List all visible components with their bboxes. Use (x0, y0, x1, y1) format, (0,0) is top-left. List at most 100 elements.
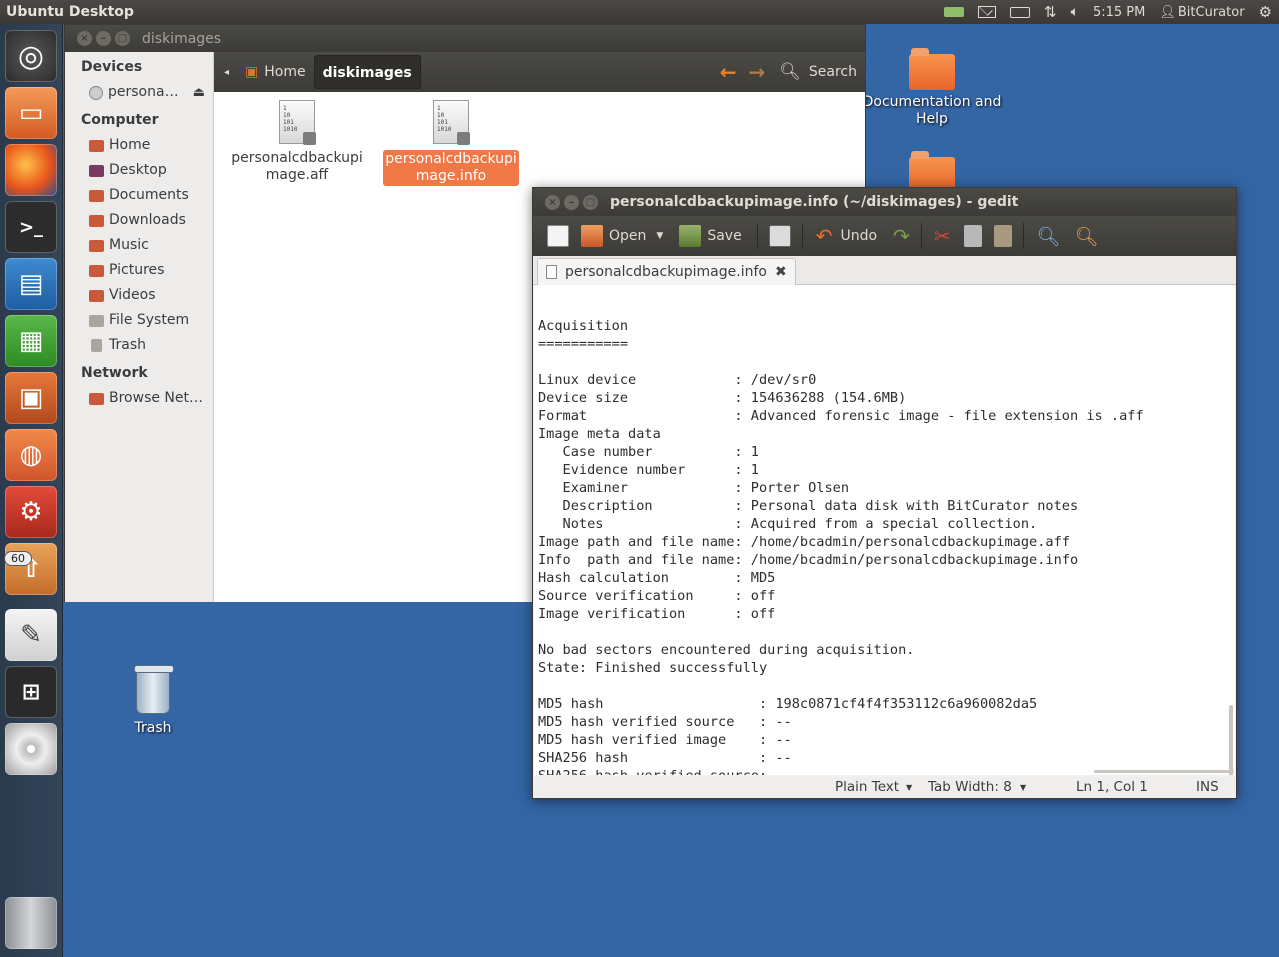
redo-icon[interactable]: ↷ (893, 224, 910, 248)
open-icon[interactable] (581, 225, 603, 247)
software-center-icon[interactable]: ◍ (5, 429, 57, 481)
user-name[interactable]: BitCurator (1178, 5, 1245, 20)
file-manager-titlebar: × – □ diskimages (65, 25, 865, 52)
sidebar-item-trash[interactable]: Trash (65, 333, 213, 358)
sidebar-item-downloads[interactable]: Downloads (65, 208, 213, 233)
binary-file-icon: 1 10 101 1010 (433, 100, 470, 145)
music-folder-icon (89, 239, 104, 252)
back-arrow-icon[interactable]: ← (720, 60, 737, 84)
new-document-icon[interactable] (547, 225, 569, 247)
minimize-icon[interactable]: – (96, 31, 111, 46)
network-folder-icon (89, 392, 104, 405)
sidebar-item-device[interactable]: persona… ⏏ (65, 80, 213, 105)
folder-icon (909, 48, 955, 90)
settings-gear-icon[interactable]: ⚙ (1259, 3, 1272, 21)
text-editor-toolbar: Open ▼ Save ↶ Undo ↷ ✂ 🔍︎ 🔍︎ (533, 216, 1236, 256)
save-icon[interactable] (679, 225, 702, 247)
launcher-trash-icon[interactable] (5, 897, 57, 949)
file-item-info[interactable]: 1 10 101 1010 personalcdbackupi mage.info (383, 100, 519, 186)
battery-icon[interactable] (1010, 6, 1030, 18)
sidebar-item-file-system[interactable]: File System (65, 308, 213, 333)
breadcrumb-home[interactable]: ▣ Home (237, 55, 314, 89)
sidebar-item-pictures[interactable]: Pictures (65, 258, 213, 283)
forward-arrow-icon[interactable]: → (749, 60, 766, 84)
workspace-switcher-icon[interactable]: ⊞ (5, 666, 57, 718)
find-icon[interactable]: 🔍︎ (1037, 225, 1061, 248)
save-button[interactable]: Save (707, 228, 741, 244)
mail-icon[interactable] (978, 6, 996, 18)
minimize-icon[interactable]: – (564, 194, 579, 210)
documents-folder-icon (89, 189, 104, 202)
update-count-badge: 60 (4, 551, 32, 566)
tab-width-dropdown-icon[interactable]: ▼ (1020, 783, 1026, 792)
system-settings-icon[interactable]: ⚙ (5, 486, 57, 538)
top-panel: Ubuntu Desktop ⇅ 🔈︎ 5:15 PM 👤︎ BitCurato… (0, 0, 1279, 24)
open-button[interactable]: Open (609, 228, 646, 244)
undo-icon[interactable]: ↶ (816, 224, 833, 248)
file-manager-toolbar: ◂ ▣ Home diskimages ← → 🔍︎ Search (214, 52, 865, 92)
file-name: personalcdbackupi mage.aff (231, 150, 363, 183)
desktop-folder-icon (89, 164, 104, 177)
trash-icon (134, 665, 174, 714)
text-editor-window: × – □ personalcdbackupimage.info (~/disk… (532, 187, 1237, 799)
user-icon[interactable]: 👤︎ (1159, 5, 1176, 20)
file-item-aff[interactable]: 1 10 101 1010 personalcdbackupi mage.aff (229, 100, 365, 184)
tab-width-selector[interactable]: Tab Width: 8 (928, 779, 1012, 795)
toolbar-separator (920, 223, 922, 249)
undo-button[interactable]: Undo (840, 228, 877, 244)
horizontal-scrollbar[interactable] (1094, 770, 1234, 773)
files-icon[interactable]: ▭ (5, 87, 57, 139)
sidebar-item-documents[interactable]: Documents (65, 183, 213, 208)
transfer-icon[interactable]: ⇅ (1044, 3, 1057, 21)
videos-folder-icon (89, 289, 104, 302)
eject-icon[interactable]: ⏏ (193, 80, 205, 105)
volume-icon[interactable]: 🔈︎ (1071, 4, 1079, 20)
print-icon[interactable] (768, 225, 791, 247)
close-icon[interactable]: × (77, 31, 92, 46)
sidebar-item-desktop[interactable]: Desktop (65, 158, 213, 183)
calc-icon[interactable]: ▦ (5, 315, 57, 367)
find-replace-icon[interactable]: 🔍︎ (1075, 225, 1099, 248)
copy-icon[interactable] (963, 225, 982, 247)
dash-home-icon[interactable]: ◎ (5, 30, 57, 82)
maximize-icon[interactable]: □ (583, 194, 598, 210)
text-editor-area[interactable]: Acquisition =========== Linux device : /… (534, 285, 1235, 775)
paste-icon[interactable] (993, 225, 1012, 247)
sidebar-item-home[interactable]: Home (65, 133, 213, 158)
binary-file-icon: 1 10 101 1010 (279, 100, 316, 145)
close-tab-icon[interactable]: ✖ (775, 264, 787, 280)
desktop-icon-trash[interactable]: Trash (113, 665, 193, 737)
network-icon[interactable] (944, 7, 964, 17)
writer-icon[interactable]: ▤ (5, 258, 57, 310)
search-icon[interactable]: 🔍︎ (779, 62, 801, 82)
close-icon[interactable]: × (545, 194, 560, 210)
breadcrumb-diskimages[interactable]: diskimages (313, 55, 421, 89)
cut-icon[interactable]: ✂ (934, 224, 951, 248)
text-editor-icon[interactable]: ✎ (5, 609, 57, 661)
impress-icon[interactable]: ▣ (5, 372, 57, 424)
sidebar-item-browse-network[interactable]: Browse Net… (65, 386, 213, 411)
language-selector[interactable]: Plain Text (835, 779, 899, 795)
vertical-scrollbar[interactable] (1229, 705, 1233, 775)
pictures-folder-icon (89, 264, 104, 277)
document-text[interactable]: Acquisition =========== Linux device : /… (534, 285, 1235, 775)
terminal-icon[interactable]: >_ (5, 201, 57, 253)
top-panel-title: Ubuntu Desktop (6, 4, 134, 20)
open-dropdown-icon[interactable]: ▼ (656, 231, 663, 241)
tab-document[interactable]: personalcdbackupimage.info ✖ (537, 258, 796, 285)
sidebar-heading-network: Network (81, 365, 148, 381)
lock-icon (457, 132, 470, 145)
clock[interactable]: 5:15 PM (1093, 5, 1145, 20)
desktop-icon-documentation[interactable]: Documentation and Help (862, 48, 1002, 128)
sidebar-item-music[interactable]: Music (65, 233, 213, 258)
firefox-icon[interactable] (5, 144, 57, 196)
language-dropdown-icon[interactable]: ▼ (906, 783, 912, 792)
sidebar-heading-computer: Computer (81, 112, 159, 128)
maximize-icon[interactable]: □ (115, 31, 130, 46)
search-button[interactable]: Search (809, 64, 857, 80)
insert-mode: INS (1196, 779, 1219, 795)
sidebar-item-videos[interactable]: Videos (65, 283, 213, 308)
dvd-icon[interactable] (5, 723, 57, 775)
home-icon: ▣ (245, 64, 259, 80)
breadcrumb-left-arrow-icon[interactable]: ◂ (224, 67, 229, 78)
